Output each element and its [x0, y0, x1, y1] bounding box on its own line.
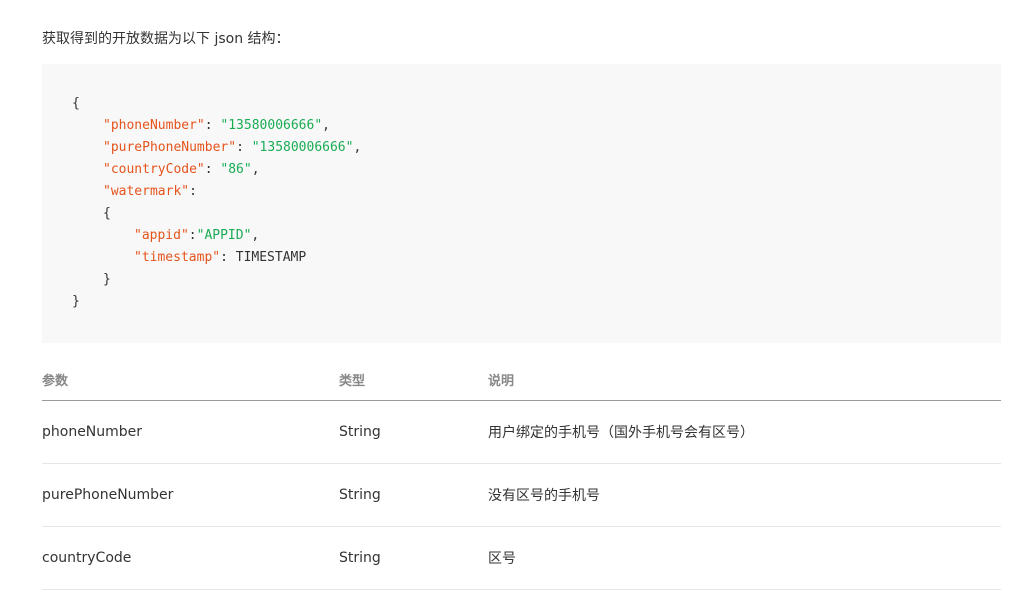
open-brace: { — [72, 96, 80, 111]
json-separator: : — [189, 184, 197, 199]
param-description: 区号 — [488, 526, 1001, 590]
param-name: purePhoneNumber — [42, 463, 339, 527]
json-separator: : — [204, 162, 221, 177]
param-type: String — [339, 526, 488, 590]
json-key: "watermark" — [103, 184, 190, 199]
code-line: { — [72, 203, 1001, 225]
param-name: phoneNumber — [42, 400, 339, 464]
param-type: String — [339, 463, 488, 527]
json-separator: : — [220, 250, 236, 265]
table-row: phoneNumber String 用户绑定的手机号（国外手机号会有区号） — [42, 400, 1001, 464]
close-brace: } — [72, 294, 80, 309]
table-row: countryCode String 区号 — [42, 526, 1001, 590]
code-line: } — [72, 269, 1001, 291]
code-line: "phoneNumber": "13580006666", — [72, 115, 1001, 137]
json-value: TIMESTAMP — [235, 250, 307, 265]
code-line: } — [72, 291, 1001, 313]
json-separator: : — [204, 118, 221, 133]
param-name: countryCode — [42, 526, 339, 590]
header-param: 参数 — [42, 358, 339, 401]
table-header-row: 参数 类型 说明 — [42, 358, 1001, 401]
intro-text: 获取得到的开放数据为以下 json 结构： — [42, 31, 290, 47]
json-value: "86" — [220, 162, 252, 177]
code-line: { — [72, 93, 1001, 115]
json-value: "13580006666" — [220, 118, 323, 133]
inner-close-brace: } — [103, 272, 111, 287]
param-description: 用户绑定的手机号（国外手机号会有区号） — [488, 400, 1001, 464]
json-comma: , — [251, 162, 260, 177]
json-comma: , — [353, 140, 362, 155]
header-type: 类型 — [339, 358, 488, 401]
inner-open-brace: { — [103, 206, 111, 221]
code-line: "purePhoneNumber": "13580006666", — [72, 137, 1001, 159]
code-line: "watermark": — [72, 181, 1001, 203]
param-description: 没有区号的手机号 — [488, 463, 1001, 527]
json-separator: : — [188, 228, 197, 243]
json-comma: , — [251, 228, 260, 243]
json-value: "APPID" — [196, 228, 252, 243]
json-key: "timestamp" — [134, 250, 221, 265]
json-separator: : — [236, 140, 252, 155]
code-line: "countryCode": "86", — [72, 159, 1001, 181]
table-row: purePhoneNumber String 没有区号的手机号 — [42, 463, 1001, 527]
json-value: "13580006666" — [251, 140, 354, 155]
json-code-block: {"phoneNumber": "13580006666", "purePhone… — [42, 64, 1001, 343]
code-line: "timestamp": TIMESTAMP — [72, 247, 1001, 269]
header-description: 说明 — [488, 358, 1001, 401]
json-key: "appid" — [134, 228, 189, 243]
code-line: "appid":"APPID", — [72, 225, 1001, 247]
json-key: "countryCode" — [103, 162, 205, 177]
json-comma: , — [322, 118, 330, 133]
param-type: String — [339, 400, 488, 464]
params-table: 参数 类型 说明 phoneNumber String 用户绑定的手机号（国外手… — [42, 358, 1001, 590]
json-key: "phoneNumber" — [103, 118, 205, 133]
json-key: "purePhoneNumber" — [103, 140, 237, 155]
